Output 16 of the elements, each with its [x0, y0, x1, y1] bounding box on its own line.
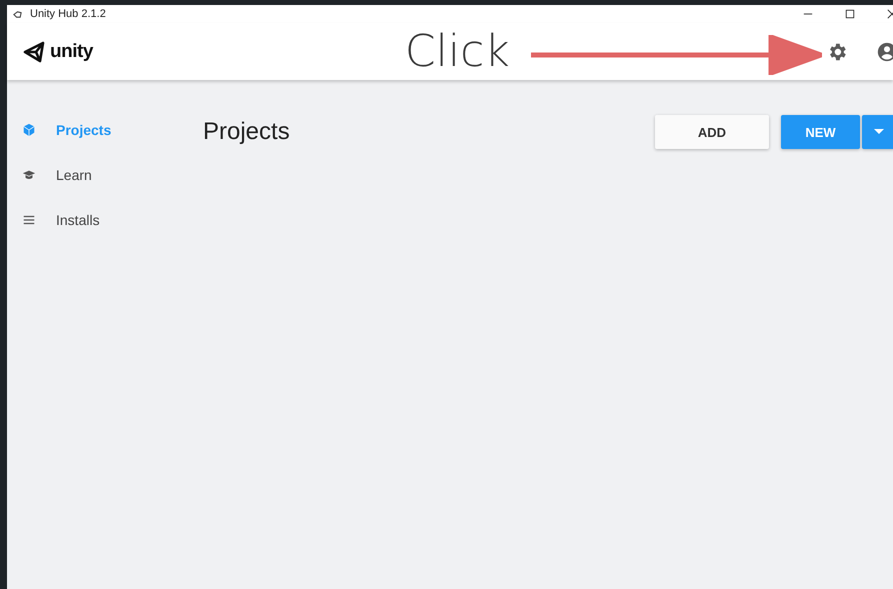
- window-title: Unity Hub 2.1.2: [30, 8, 106, 20]
- maximize-icon[interactable]: [845, 9, 855, 19]
- sidebar-item[interactable]: Installs: [7, 210, 197, 230]
- annotation-text: Click: [404, 26, 510, 77]
- add-button[interactable]: ADD: [655, 115, 769, 149]
- list-icon: [22, 213, 36, 227]
- logo-icon: [23, 40, 47, 64]
- dropdown-button[interactable]: [862, 115, 893, 149]
- cube-icon: [22, 123, 36, 137]
- account-icon[interactable]: [876, 40, 893, 62]
- graduation-cap-icon: [22, 168, 36, 182]
- app-icon: [13, 10, 22, 18]
- page-title: Projects: [203, 118, 290, 146]
- caret-icon: [874, 129, 884, 135]
- logo-text: unity: [50, 40, 93, 62]
- sidebar-item[interactable]: Learn: [7, 165, 197, 185]
